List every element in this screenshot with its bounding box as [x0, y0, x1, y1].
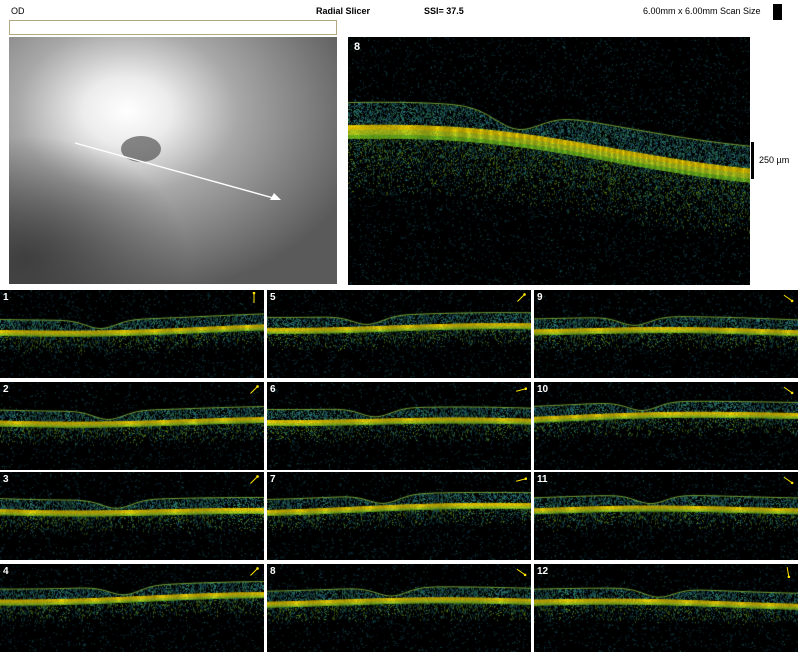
- scan-tile-9[interactable]: 9: [534, 290, 798, 378]
- scan-image: [534, 382, 798, 470]
- arrow-down-right-icon: [783, 386, 794, 395]
- scan-image: [267, 382, 531, 470]
- scan-tile-12[interactable]: 12: [534, 564, 798, 652]
- scan-number: 1: [3, 292, 9, 303]
- scan-tile-4[interactable]: 4: [0, 564, 264, 652]
- scan-image: [534, 290, 798, 378]
- arrow-up-icon: [252, 292, 256, 303]
- scan-tile-6[interactable]: 6: [267, 382, 531, 470]
- scan-number: 11: [537, 474, 548, 485]
- scan-number: 10: [537, 384, 549, 395]
- scan-image: [0, 382, 264, 470]
- scan-number: 3: [3, 474, 9, 485]
- main-bscan[interactable]: 8: [348, 37, 750, 285]
- arrow-down-right-icon: [516, 568, 527, 577]
- scan-number: 12: [537, 566, 549, 577]
- scan-image: [534, 472, 798, 560]
- scan-image: [534, 564, 798, 652]
- scan-image: [267, 564, 531, 652]
- scan-tile-1[interactable]: 1: [0, 290, 264, 378]
- fundus-image[interactable]: [9, 37, 337, 284]
- arrow-up-right-icon: [250, 385, 259, 394]
- scan-number: 5: [270, 292, 276, 303]
- scan-image: [0, 472, 264, 560]
- scan-image: [0, 564, 264, 652]
- scan-number: 4: [3, 566, 9, 577]
- arrow-up-right-icon: [250, 567, 259, 576]
- scale-bar-label: 250 µm: [759, 155, 790, 165]
- color-swatch: [773, 4, 782, 20]
- scan-image: [267, 472, 531, 560]
- scan-tile-8[interactable]: 8: [267, 564, 531, 652]
- scan-number: 7: [270, 474, 276, 485]
- scan-selector-bar[interactable]: [9, 20, 337, 35]
- ssi-value: SSI= 37.5: [424, 6, 464, 16]
- scan-tile-2[interactable]: 2: [0, 382, 264, 470]
- arrow-down-icon: [786, 566, 791, 578]
- scan-image: [267, 290, 531, 378]
- scan-tile-7[interactable]: 7: [267, 472, 531, 560]
- arrow-up-right-icon: [517, 293, 526, 302]
- arrow-up-right-icon: [250, 475, 259, 484]
- scan-number: 8: [270, 566, 276, 577]
- eye-label: OD: [11, 6, 25, 16]
- arrow-right-icon: [516, 387, 527, 392]
- report-title: Radial Slicer: [316, 6, 371, 16]
- scan-thumbnail-grid: 1 2 3 4 5 6 7 8 9 10 11 12: [0, 290, 799, 656]
- scan-number: 2: [3, 384, 9, 395]
- scan-tile-10[interactable]: 10: [534, 382, 798, 470]
- report-header: OD Radial Slicer SSI= 37.5 6.00mm x 6.00…: [0, 0, 799, 20]
- arrow-down-right-icon: [783, 294, 794, 303]
- scan-number: 6: [270, 384, 276, 395]
- scale-bar: [751, 142, 754, 179]
- arrow-right-icon: [516, 477, 527, 482]
- scan-size-label: 6.00mm x 6.00mm Scan Size: [643, 6, 761, 16]
- scan-tile-11[interactable]: 11: [534, 472, 798, 560]
- scan-tile-5[interactable]: 5: [267, 290, 531, 378]
- scan-number: 9: [537, 292, 543, 303]
- scan-tile-3[interactable]: 3: [0, 472, 264, 560]
- arrow-down-right-icon: [783, 476, 794, 485]
- scan-image: [0, 290, 264, 378]
- main-scan-number: 8: [354, 41, 361, 53]
